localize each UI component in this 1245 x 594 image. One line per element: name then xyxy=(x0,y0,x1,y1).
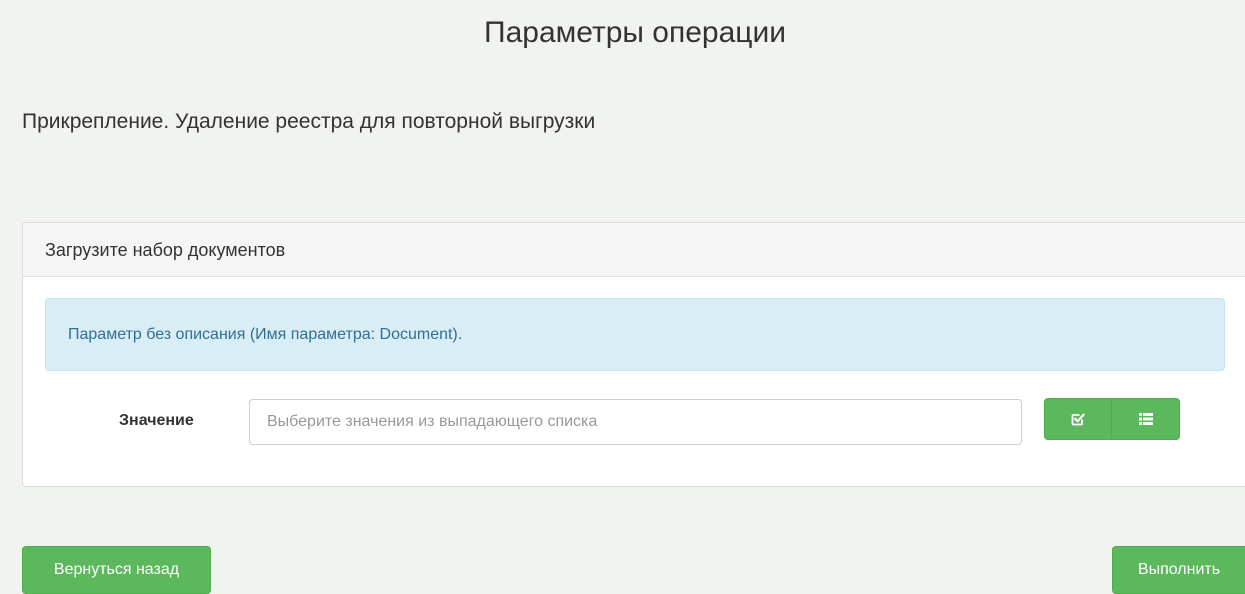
check-square-icon xyxy=(1071,413,1085,426)
value-select-input[interactable] xyxy=(249,399,1022,445)
execute-button[interactable]: Выполнить xyxy=(1112,546,1245,594)
value-button-group xyxy=(1044,398,1180,440)
open-list-button[interactable] xyxy=(1111,398,1180,440)
value-field-label: Значение xyxy=(119,412,194,429)
select-values-button[interactable] xyxy=(1044,398,1112,440)
page-title: Параметры операции xyxy=(484,16,786,49)
back-button[interactable]: Вернуться назад xyxy=(22,546,211,594)
parameters-panel: Загрузите набор документов Параметр без … xyxy=(22,222,1245,487)
operation-name: Прикрепление. Удаление реестра для повто… xyxy=(22,110,596,133)
list-icon xyxy=(1138,413,1153,425)
panel-heading: Загрузите набор документов xyxy=(23,223,1245,277)
parameter-info-alert: Параметр без описания (Имя параметра: Do… xyxy=(45,298,1225,371)
